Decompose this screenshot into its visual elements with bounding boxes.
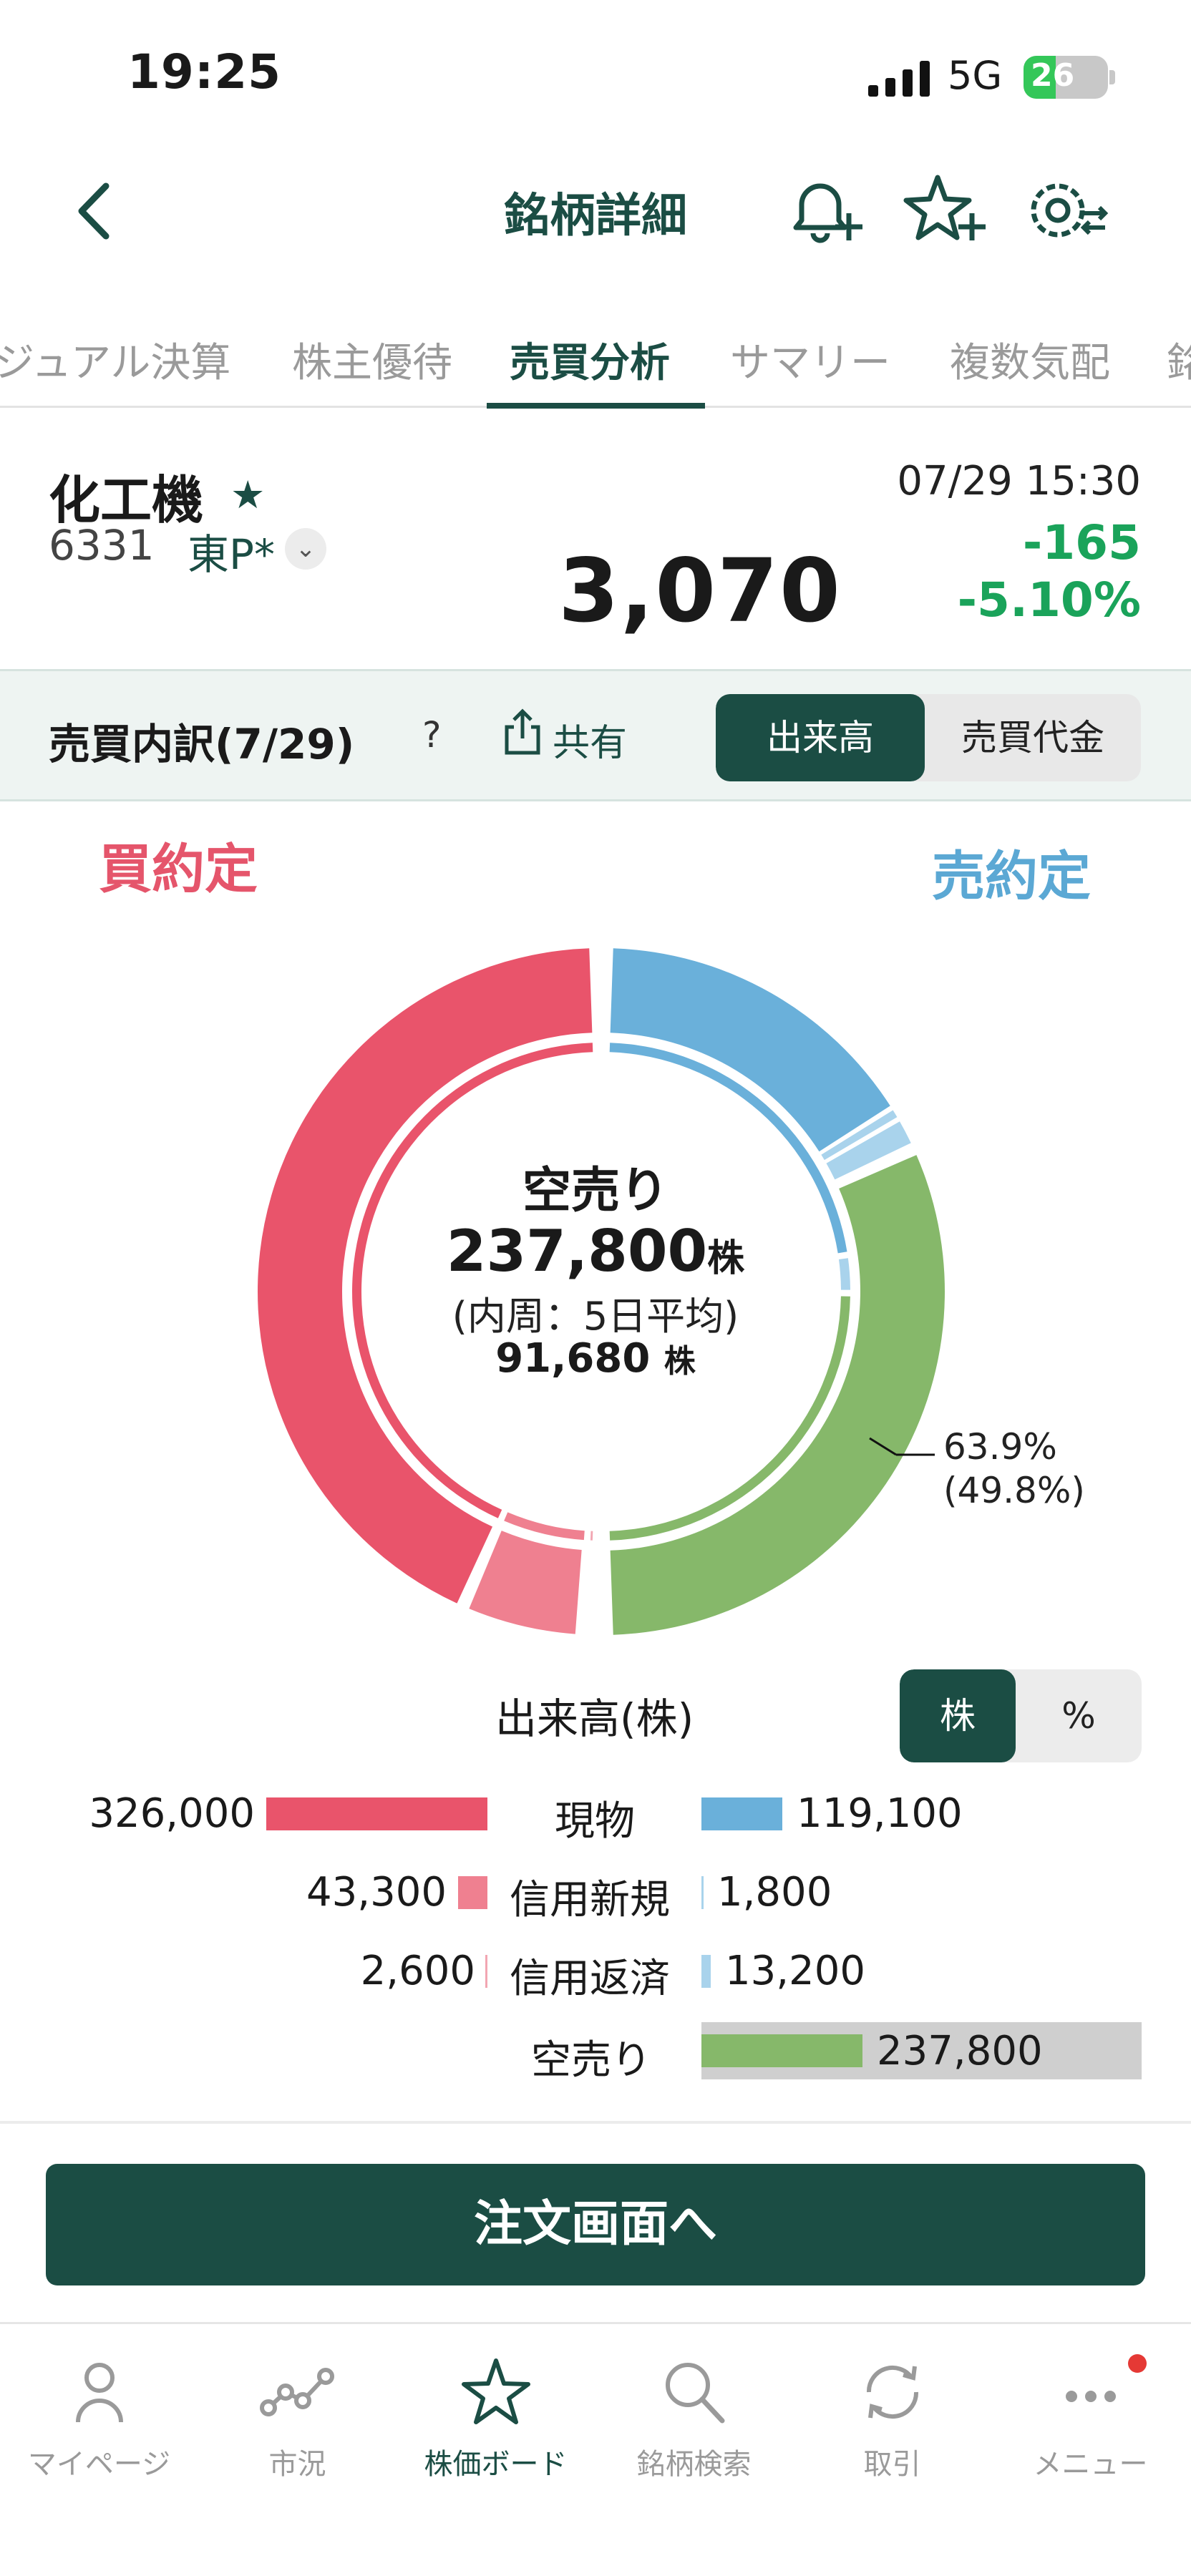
breakdown-title: 売買内訳(7/29): [49, 720, 355, 769]
divider: [0, 2121, 1191, 2124]
sell-value: 13,200: [725, 1948, 865, 1994]
buy-value: 326,000: [89, 1790, 255, 1837]
tab-trade-analysis[interactable]: 売買分析: [510, 331, 670, 389]
short-bar: [701, 2034, 862, 2067]
quote-timestamp: 07/29 15:30: [897, 458, 1141, 504]
bell-add-icon[interactable]: [780, 172, 866, 250]
breakdown-header: 売買内訳(7/29) ? 共有 出来高 売買代金: [0, 669, 1191, 801]
sell-side-title: 売約定: [932, 846, 1091, 907]
status-time: 19:25: [127, 44, 282, 99]
nav-label: マイページ: [27, 2448, 171, 2481]
settings-icon[interactable]: [1024, 172, 1109, 250]
donut-center-average: 91,680 株: [0, 1335, 1191, 1382]
buy-value: 43,300: [306, 1869, 447, 1916]
sync-icon: [866, 2365, 918, 2419]
nav-trade[interactable]: 取引: [793, 2346, 991, 2489]
toggle-trade-value[interactable]: 売買代金: [925, 694, 1141, 781]
short-category-label: 空売り: [531, 2037, 651, 2084]
market-label[interactable]: 東P*: [188, 521, 275, 581]
buy-side-title: 買約定: [99, 839, 258, 900]
unit-label: 株: [663, 1343, 696, 1380]
category-label: 信用返済: [510, 1956, 670, 2002]
table-row: 2,600 信用返済 13,200: [0, 1939, 1191, 2011]
tab-visual-earnings[interactable]: ジュアル決算: [0, 331, 230, 389]
battery-icon: 26: [1024, 56, 1108, 99]
volume-table-title: 出来高(株): [495, 1694, 694, 1743]
buy-bar: [458, 1876, 487, 1909]
buy-slice-1: [469, 1531, 582, 1634]
stock-code: 6331: [49, 521, 155, 570]
nav-menu[interactable]: メニュー: [991, 2346, 1190, 2489]
tab-multiple-quotes[interactable]: 複数気配: [950, 331, 1110, 389]
share-icon[interactable]: [501, 707, 544, 757]
sell-bar: [701, 1876, 704, 1909]
buy-bar: [266, 1797, 487, 1830]
notification-badge: [1128, 2354, 1147, 2373]
signal-icon: [868, 61, 930, 97]
toggle-volume[interactable]: 出来高: [716, 694, 925, 781]
buy-bar: [485, 1955, 487, 1988]
chevron-down-icon[interactable]: ⌄: [285, 528, 326, 570]
stock-price: 3,070: [558, 540, 842, 642]
table-row: 43,300 信用新規 1,800: [0, 1860, 1191, 1932]
price-change: -165: [1022, 515, 1141, 570]
page-title: 銘柄詳細: [504, 190, 687, 243]
nav-label: 銘柄検索: [636, 2448, 752, 2481]
unit-shares-button[interactable]: 株: [900, 1669, 1016, 1762]
sell-bar: [701, 1955, 711, 1988]
sell-bar: [701, 1797, 782, 1830]
network-type: 5G: [948, 53, 1003, 98]
star-icon: [461, 2358, 530, 2424]
battery-tip: [1109, 70, 1115, 84]
search-icon: [665, 2363, 724, 2424]
nav-label: 市況: [268, 2448, 326, 2481]
short-share-label: 63.9%: [943, 1426, 1057, 1468]
short-share-avg-label: (49.8%): [943, 1470, 1085, 1511]
favorite-add-icon[interactable]: [902, 172, 988, 250]
person-icon: [75, 2363, 123, 2423]
nav-label: 株価ボード: [424, 2448, 568, 2481]
donut-center-label: 空売り: [522, 1163, 669, 1219]
metric-toggle: 出来高 売買代金: [716, 694, 1141, 781]
buy-value: 2,600: [360, 1948, 475, 1994]
category-label: 信用新規: [510, 1877, 670, 1923]
nav-stock-search[interactable]: 銘柄検索: [595, 2346, 793, 2489]
donut-center-value: 237,800株: [0, 1218, 1191, 1284]
inner-buy-slice-2: [590, 1531, 593, 1541]
more-icon: [1065, 2391, 1116, 2402]
nav-mypage[interactable]: マイページ: [0, 2346, 198, 2489]
unit-label: 株: [707, 1237, 745, 1280]
tab-more[interactable]: 銘: [1167, 331, 1191, 389]
tab-shareholder-benefits[interactable]: 株主優待: [292, 331, 452, 389]
nav-label: 取引: [863, 2448, 921, 2481]
sell-value: 1,800: [717, 1869, 832, 1916]
short-avg-volume: 91,680: [495, 1335, 651, 1382]
donut-center-sublabel: (内周：5日平均): [452, 1294, 739, 1339]
unit-percent-button[interactable]: %: [1016, 1669, 1142, 1762]
tab-bar: ジュアル決算 株主優待 売買分析 サマリー 複数気配 銘: [0, 315, 1191, 409]
tab-summary[interactable]: サマリー: [730, 331, 890, 389]
help-icon[interactable]: ?: [422, 714, 442, 756]
sell-value: 119,100: [797, 1790, 963, 1837]
price-change-percent: -5.10%: [957, 572, 1141, 628]
market-chart-icon: [259, 2368, 334, 2416]
favorite-star-icon[interactable]: ★: [230, 472, 265, 517]
nav-label: メニュー: [1033, 2448, 1148, 2481]
bottom-navigation: マイページ 市況 株価ボード 銘柄検索 取引 メニュー: [0, 2322, 1191, 2576]
nav-market[interactable]: 市況: [198, 2346, 397, 2489]
nav-stock-board[interactable]: 株価ボード: [397, 2346, 595, 2489]
battery-level: 26: [1031, 57, 1075, 94]
tab-active-indicator: [487, 403, 705, 409]
unit-toggle: 株 %: [900, 1669, 1142, 1762]
order-screen-button[interactable]: 注文画面へ: [46, 2164, 1145, 2285]
short-volume: 237,800: [446, 1218, 708, 1284]
inner-buy-slice-1: [504, 1512, 585, 1541]
table-row: 326,000 現物 119,100: [0, 1782, 1191, 1853]
short-value: 237,800: [877, 2028, 1043, 2074]
share-button[interactable]: 共有: [553, 713, 627, 766]
